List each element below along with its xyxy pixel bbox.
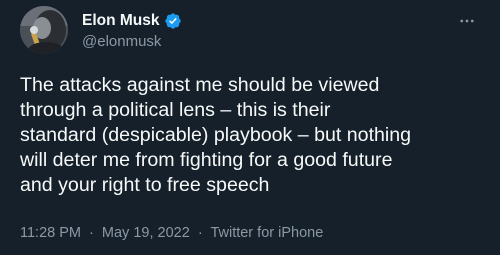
profile-avatar[interactable]	[20, 6, 68, 54]
meta-separator-2: ·	[197, 225, 203, 241]
author-display-name[interactable]: Elon Musk	[82, 11, 160, 31]
avatar-image	[20, 6, 68, 54]
tweet-source[interactable]: Twitter for iPhone	[210, 225, 323, 241]
tweet-time[interactable]: 11:28 PM	[20, 225, 81, 241]
tweet-date[interactable]: May 19, 2022	[102, 225, 190, 241]
tweet-meta: 11:28 PM · May 19, 2022 · Twitter for iP…	[20, 223, 323, 243]
tweet-card: Elon Musk @elonmusk The attacks against …	[0, 0, 500, 255]
more-options-icon[interactable]	[456, 10, 478, 32]
author-name-row[interactable]: Elon Musk	[82, 11, 182, 31]
tweet-text: The attacks against me should be viewed …	[20, 74, 412, 196]
author-handle[interactable]: @elonmusk	[82, 32, 161, 52]
verified-badge-icon	[164, 12, 182, 30]
meta-separator: ·	[89, 225, 94, 241]
